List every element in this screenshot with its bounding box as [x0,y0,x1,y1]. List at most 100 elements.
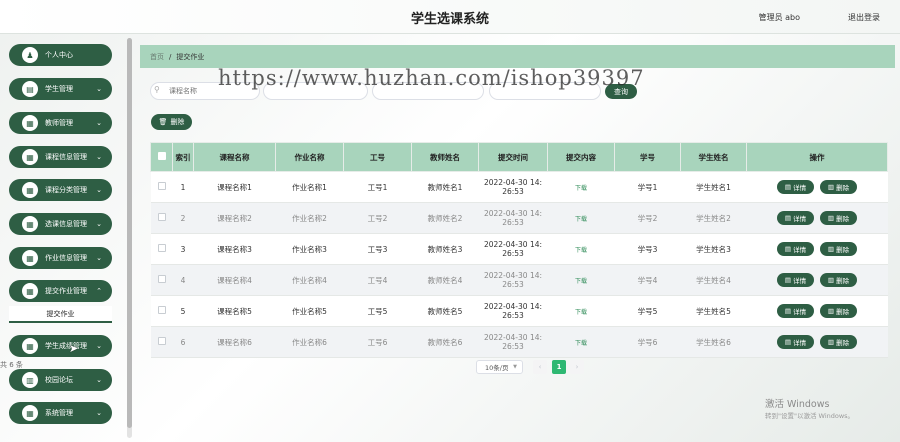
row-checkbox[interactable] [157,275,166,283]
detail-button[interactable]: ▤ 详情 [777,211,814,225]
row-select-cell [150,295,173,327]
delete-label: 删除 [836,277,850,285]
cell-actions: ▤ 详情 ▥ 删除 [746,233,888,265]
row-delete-button[interactable]: ▥ 删除 [820,273,857,287]
windows-activate-title: 激活 Windows [765,399,830,410]
cell-student-name: 学生姓名4 [680,264,747,296]
sidebar-item-students[interactable]: ▤ 学生管理 ⌄ [9,78,112,100]
chevron-down-icon: ⌄ [96,85,102,93]
detail-label: 详情 [793,246,807,254]
detail-button[interactable]: ▤ 详情 [777,273,814,287]
scrollbar-thumb[interactable] [127,38,132,428]
cell-submit-content: 下载 [547,202,615,234]
chevron-up-icon: ⌃ [96,287,102,295]
sidebar-item-grades[interactable]: ▦ 学生成绩管理 ⌄ [9,335,112,357]
row-select-cell [150,233,173,265]
delete-label: 删除 [836,184,850,192]
cell-teacher-name: 教师姓名2 [411,202,479,234]
download-link[interactable]: 下载 [575,278,587,285]
column-header: 课程名称 [193,142,276,172]
chevron-down-icon: ⌄ [96,254,102,262]
chevron-down-icon: ▼ [513,364,517,370]
row-delete-button[interactable]: ▥ 删除 [820,180,857,194]
cell-student-name: 学生姓名5 [680,295,747,327]
page-number-button[interactable]: 1 [552,360,566,374]
download-link[interactable]: 下载 [575,340,587,347]
row-delete-button[interactable]: ▥ 删除 [820,242,857,256]
detail-button[interactable]: ▤ 详情 [777,242,814,256]
cell-submit-time: 2022-04-30 14: 26:53 [478,202,548,234]
sidebar-item-homework-info[interactable]: ▦ 作业信息管理 ⌄ [9,247,112,269]
detail-button[interactable]: ▤ 详情 [777,335,814,349]
sidebar-item-course-selection[interactable]: ▦ 选课信息管理 ⌄ [9,213,112,235]
prev-page-button[interactable]: ‹ [533,360,547,374]
cell-student-name: 学生姓名6 [680,326,747,358]
trash-icon: ▥ [827,307,835,315]
submit-time-date: 2022-04-30 14: [483,240,543,249]
user-icon: ♟ [22,47,38,63]
grid-icon: ▦ [22,338,38,354]
sidebar-scrollbar[interactable] [127,38,132,438]
row-checkbox[interactable] [157,182,166,190]
sidebar-item-label: 课程信息管理 [45,153,87,161]
cell-submit-time: 2022-04-30 14: 26:53 [478,233,548,265]
batch-delete-button[interactable]: 🗑 删除 [151,114,192,130]
sidebar-subitem-submit-homework[interactable]: 提交作业 [9,306,112,323]
column-header: 提交时间 [478,142,548,172]
trash-icon: ▥ [827,214,835,222]
download-link[interactable]: 下载 [575,185,587,192]
cell-student-id: 学号3 [614,233,681,265]
document-icon: ▤ [784,214,792,222]
cell-teacher-id: 工号4 [343,264,412,296]
row-delete-button[interactable]: ▥ 删除 [820,211,857,225]
row-delete-button[interactable]: ▥ 删除 [820,304,857,318]
row-checkbox[interactable] [157,244,166,252]
download-link[interactable]: 下载 [575,309,587,316]
trash-icon: ▥ [827,245,835,253]
detail-button[interactable]: ▤ 详情 [777,180,814,194]
sidebar-item-submit-homework[interactable]: ▦ 提交作业管理 ⌃ [9,280,112,302]
select-all-checkbox[interactable] [157,152,166,160]
cell-submit-time: 2022-04-30 14: 26:53 [478,264,548,296]
sidebar-item-course-info[interactable]: ▦ 课程信息管理 ⌄ [9,146,112,168]
cell-student-name: 学生姓名2 [680,202,747,234]
cell-submit-content: 下载 [547,326,615,358]
cell-student-name: 学生姓名1 [680,171,747,203]
logout-link[interactable]: 退出登录 [848,12,880,23]
submit-time-clock: 26:53 [502,342,524,351]
detail-button[interactable]: ▤ 详情 [777,304,814,318]
grid-icon: ▦ [22,283,38,299]
select-all-cell [150,142,173,172]
table-row: 2 课程名称2 作业名称2 工号2 教师姓名2 2022-04-30 14: 26:53 下载… [150,202,888,234]
download-link[interactable]: 下载 [575,216,587,223]
row-checkbox[interactable] [157,213,166,221]
cell-student-id: 学号5 [614,295,681,327]
page-size-select[interactable]: 10条/页 ▼ [476,360,523,374]
column-header: 学生姓名 [680,142,747,172]
detail-label: 详情 [793,339,807,347]
submit-time-date: 2022-04-30 14: [483,209,543,218]
sidebar-item-system[interactable]: ▦ 系统管理 ⌄ [9,402,112,424]
submit-time-date: 2022-04-30 14: [483,271,543,280]
cell-index: 3 [172,233,194,265]
row-select-cell [150,326,173,358]
row-checkbox[interactable] [157,306,166,314]
cell-teacher-id: 工号3 [343,233,412,265]
search-icon: ⚲ [154,85,160,94]
cell-student-id: 学号4 [614,264,681,296]
row-checkbox[interactable] [157,337,166,345]
next-page-button[interactable]: › [570,360,584,374]
download-link[interactable]: 下载 [575,247,587,254]
cell-submit-content: 下载 [547,171,615,203]
page-size-value: 10条/页 [485,364,509,372]
table-row: 5 课程名称5 作业名称5 工号5 教师姓名5 2022-04-30 14: 26:53 下载… [150,295,888,327]
top-bar: 学生选课系统 管理员 abo 退出登录 [0,0,900,34]
sidebar-item-label: 教师管理 [45,119,73,127]
column-header: 工号 [343,142,412,172]
sidebar-item-personal-center[interactable]: ♟ 个人中心 [9,44,112,66]
sidebar-item-teachers[interactable]: ▦ 教师管理 ⌄ [9,112,112,134]
breadcrumb-home[interactable]: 首页 [150,52,164,62]
row-delete-button[interactable]: ▥ 删除 [820,335,857,349]
sidebar-item-forum[interactable]: ▥ 校园论坛 ⌄ [9,369,112,391]
sidebar-item-course-category[interactable]: ▦ 课程分类管理 ⌄ [9,179,112,201]
